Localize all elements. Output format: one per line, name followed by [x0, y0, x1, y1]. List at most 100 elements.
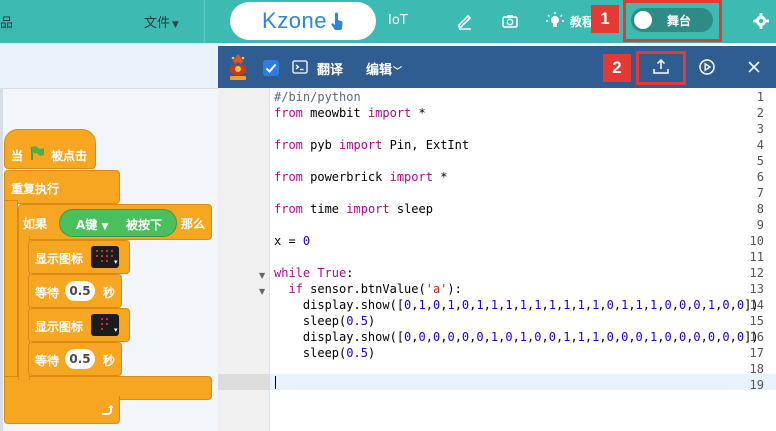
chevron-down-icon: ▼: [172, 20, 179, 30]
key-dropdown[interactable]: A键 ▼: [76, 216, 108, 233]
menu-item-partial[interactable]: 品: [0, 12, 13, 31]
python-editor-window: 翻译 编辑﹀ 2 1 2 3 4 5 6 7 8 9 10 11 12 13 1…: [218, 46, 776, 431]
category-bar: [0, 43, 220, 89]
wait-block[interactable]: 等待 0.5 秒: [28, 342, 122, 376]
led-matrix-icon[interactable]: ▾: [91, 314, 119, 336]
logo-text: Kzone: [262, 8, 327, 33]
annotation-marker-1: 1: [591, 5, 619, 33]
code-line: while True:: [274, 266, 354, 280]
translate-button[interactable]: 翻译: [317, 59, 343, 78]
upload-icon[interactable]: [652, 58, 670, 76]
code-line: from pyb import Pin, ExtInt: [274, 138, 470, 152]
loop-arrow-icon: [102, 405, 113, 415]
line-number: 9: [756, 218, 764, 232]
palette-edge: [0, 89, 3, 431]
led-matrix-icon[interactable]: ▾: [91, 246, 119, 268]
close-icon[interactable]: [746, 59, 762, 75]
show-icon-block[interactable]: 显示图标 ▾: [28, 308, 130, 342]
line-number: 13: [749, 282, 764, 296]
line-number: 8: [756, 202, 764, 216]
edit-menu[interactable]: 编辑﹀: [366, 59, 402, 78]
stage-toggle[interactable]: 舞台: [631, 8, 713, 32]
code-line: from powerbrick import *: [274, 170, 448, 184]
wait-block[interactable]: 等待 0.5 秒: [28, 274, 122, 308]
toggle-knob: [634, 11, 652, 29]
check-icon: [265, 63, 277, 73]
if-then-block[interactable]: 如果 A键 ▼ 被按下 那么: [18, 204, 212, 240]
code-line: display.show([0,0,0,0,0,0,1,0,1,0,0,1,1,…: [274, 330, 759, 344]
flag-icon: [31, 146, 44, 160]
line-number: 1: [756, 90, 764, 104]
fold-toggle-icon[interactable]: ▼: [259, 287, 265, 296]
file-menu[interactable]: 文件 ▼: [144, 12, 179, 31]
line-number: 7: [756, 186, 764, 200]
iot-tab[interactable]: IoT: [388, 13, 408, 28]
edit-menu-label: 编辑: [366, 63, 393, 78]
top-bar: 品 文件 ▼ Kzone IoT 教程 1 舞台: [0, 0, 776, 43]
chevron-down-icon: ▼: [101, 222, 109, 232]
block-text: 显示图标: [35, 252, 84, 266]
camera-icon[interactable]: [500, 11, 520, 31]
block-text: 被按下: [126, 218, 163, 232]
block-text: 秒: [103, 286, 116, 300]
when-flag-clicked-block[interactable]: 当 被点击: [4, 129, 96, 169]
text-cursor: [275, 376, 276, 389]
block-text: 被点击: [51, 149, 88, 163]
active-line-gutter: [218, 374, 270, 390]
forever-block[interactable]: 重复执行: [4, 170, 120, 204]
stage-toggle-label: 舞台: [667, 14, 692, 28]
line-number: 12: [749, 266, 764, 280]
line-number: 6: [756, 170, 764, 184]
block-text: 当: [11, 149, 24, 163]
active-line-highlight: [218, 374, 776, 390]
code-line: #/bin/python: [274, 90, 361, 104]
kzone-logo: Kzone: [230, 2, 376, 40]
block-text: 如果: [23, 217, 48, 231]
block-text: 秒: [103, 354, 116, 368]
code-line: from meowbit import *: [274, 106, 426, 120]
app-logo-icon: [229, 54, 247, 80]
code-line: if sensor.btnValue('a'):: [288, 282, 462, 296]
code-area[interactable]: 1 2 3 4 5 6 7 8 9 10 11 12 13 14 15 16 1…: [218, 88, 776, 431]
wait-seconds-input[interactable]: 0.5: [65, 349, 95, 369]
code-line: display.show([0,1,0,1,0,1,1,1,1,1,1,1,1,…: [274, 298, 759, 312]
block-text: 显示图标: [35, 320, 84, 334]
code-line: sleep(0.5): [274, 346, 376, 360]
key-pressed-condition[interactable]: A键 ▼ 被按下: [59, 209, 177, 237]
fold-toggle-icon[interactable]: ▼: [259, 271, 265, 280]
bulb-icon[interactable]: [545, 11, 565, 31]
line-number: 2: [756, 106, 764, 120]
forever-block-foot: [4, 396, 120, 424]
annotation-marker-2: 2: [603, 54, 631, 82]
line-number: 17: [749, 346, 764, 360]
line-number: 10: [749, 234, 764, 248]
chevron-down-icon: ﹀: [393, 67, 403, 77]
line-number: 15: [749, 314, 764, 328]
gear-icon[interactable]: [751, 11, 771, 31]
line-number: 3: [756, 122, 764, 136]
code-line: sleep(0.5): [274, 314, 376, 328]
line-number: 11: [749, 250, 764, 264]
code-line: from time import sleep: [274, 202, 433, 216]
run-icon[interactable]: [698, 58, 716, 76]
edit-icon[interactable]: [455, 11, 475, 31]
block-text: 那么: [181, 217, 206, 231]
line-number: 5: [756, 154, 764, 168]
divider: [204, 0, 205, 43]
python-mode-checkbox[interactable]: [263, 60, 279, 76]
forever-block-arm: [4, 200, 18, 380]
editor-toolbar: 翻译 编辑﹀ 2: [218, 46, 776, 88]
line-number: 18: [749, 362, 764, 376]
terminal-icon[interactable]: [292, 60, 308, 74]
block-text: 等待: [35, 354, 60, 368]
line-number: 19: [749, 378, 764, 392]
show-icon-block[interactable]: 显示图标 ▾: [28, 240, 130, 274]
key-dropdown-label: A键: [76, 218, 98, 232]
block-text: 重复执行: [11, 182, 60, 196]
code-line: x = 0: [274, 234, 311, 248]
file-menu-label: 文件: [144, 16, 171, 31]
line-number: 4: [756, 138, 764, 152]
wait-seconds-input[interactable]: 0.5: [65, 281, 95, 301]
hand-icon: [331, 12, 343, 30]
block-text: 等待: [35, 286, 60, 300]
